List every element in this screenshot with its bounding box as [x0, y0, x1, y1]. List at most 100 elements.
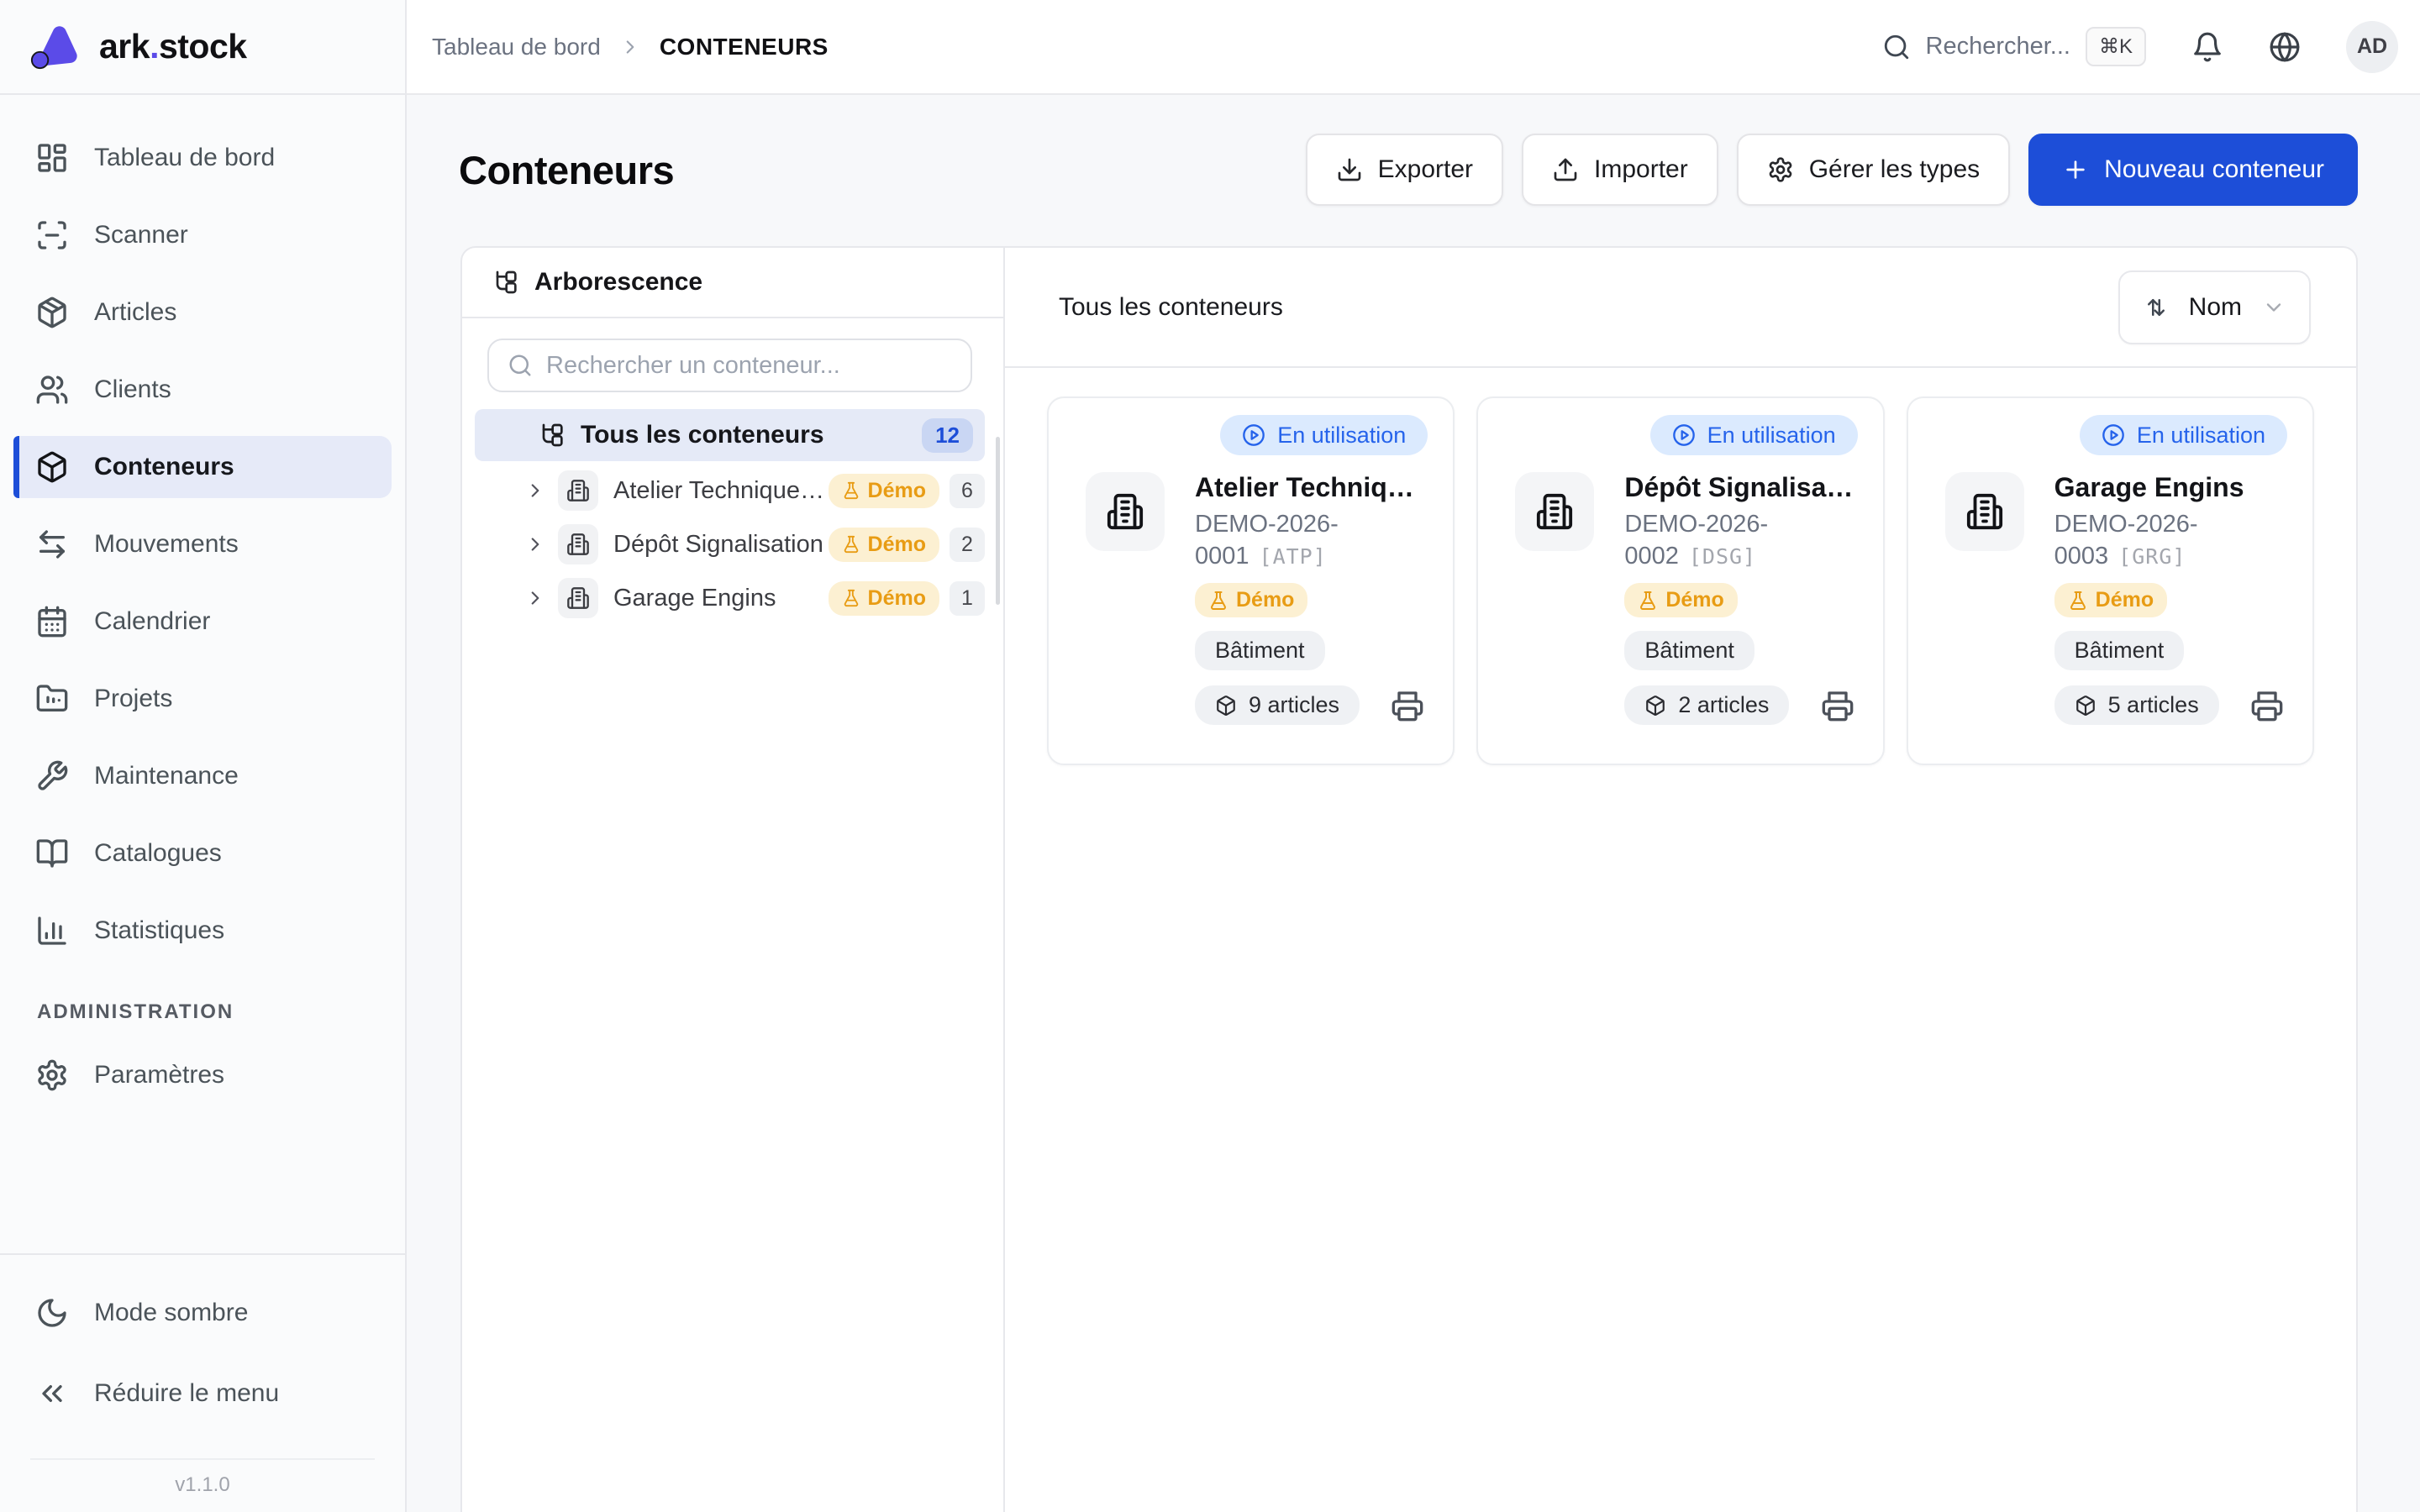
container-name: Dépôt Signalisation: [1624, 472, 1857, 503]
sidebar-item-label: Maintenance: [94, 762, 239, 790]
sidebar-item-clients[interactable]: Clients: [13, 359, 392, 421]
footer-item-label: Mode sombre: [94, 1299, 248, 1327]
sidebar-item-statistiques[interactable]: Statistiques: [13, 900, 392, 962]
sidebar-item-conteneurs[interactable]: Conteneurs: [13, 436, 392, 498]
flask-icon: [842, 481, 860, 500]
container-code: DEMO-2026- 0002[DSG]: [1624, 508, 1857, 573]
container-code: DEMO-2026- 0003[GRG]: [2054, 508, 2287, 573]
building-icon: [558, 524, 598, 564]
flask-icon: [842, 535, 860, 554]
sidebar-item-scanner[interactable]: Scanner: [13, 204, 392, 266]
expand-chevron-icon[interactable]: [524, 587, 546, 609]
status-badge: En utilisation: [1220, 415, 1428, 455]
dashboard-icon: [35, 141, 69, 175]
scan-icon: [35, 218, 69, 252]
calendar-icon: [35, 605, 69, 638]
card-badges: Démo Bâtiment: [1195, 573, 1428, 670]
print-button[interactable]: [1821, 689, 1854, 722]
articles-count-badge: 9 articles: [1195, 685, 1360, 725]
container-card[interactable]: En utilisation Atelier Technique Pistes …: [1047, 396, 1455, 765]
demo-badge: Démo: [829, 528, 939, 562]
container-tag: [ATP]: [1260, 544, 1327, 569]
sidebar-item-label: Conteneurs: [94, 453, 234, 481]
topbar-actions: Rechercher... ⌘K AD: [1882, 21, 2399, 73]
sidebar-item-calendrier[interactable]: Calendrier: [13, 591, 392, 653]
flask-icon: [1638, 591, 1658, 611]
demo-badge: Démo: [829, 581, 939, 616]
sidebar-section-administration: ADMINISTRATION: [37, 1000, 392, 1024]
demo-badge: Démo: [1624, 583, 1737, 617]
sidebar-item-maintenance[interactable]: Maintenance: [13, 745, 392, 807]
tree-icon: [491, 269, 518, 296]
sidebar-item-mouvements[interactable]: Mouvements: [13, 513, 392, 575]
tree-node-count-badge: 1: [950, 581, 985, 616]
container-name: Atelier Technique Pistes: [1195, 472, 1428, 503]
flask-icon: [1208, 591, 1228, 611]
demo-badge: Démo: [1195, 583, 1307, 617]
sidebar-item-catalogues[interactable]: Catalogues: [13, 822, 392, 885]
ark-logo-icon: [29, 21, 81, 73]
tree-title: Arborescence: [534, 268, 702, 297]
new-container-button[interactable]: Nouveau conteneur: [2028, 134, 2358, 206]
expand-chevron-icon[interactable]: [524, 533, 546, 555]
chevron-right-icon: [619, 36, 641, 58]
building-icon: [1515, 472, 1594, 551]
export-button[interactable]: Exporter: [1306, 134, 1503, 206]
global-search[interactable]: Rechercher... ⌘K: [1882, 27, 2147, 66]
card-badges: Démo Bâtiment: [1624, 573, 1857, 670]
list-title: Tous les conteneurs: [1059, 293, 1283, 322]
type-badge: Bâtiment: [1195, 631, 1325, 670]
sidebar-item-parametres[interactable]: Paramètres: [13, 1044, 392, 1106]
tree-sidebar: Arborescence Tous les conteneurs 12 Atel…: [462, 248, 1005, 1512]
manage-types-button[interactable]: Gérer les types: [1737, 134, 2010, 206]
print-button[interactable]: [1391, 689, 1424, 722]
sidebar-item-articles[interactable]: Articles: [13, 281, 392, 344]
print-button[interactable]: [2250, 689, 2284, 722]
tree-node[interactable]: Garage Engins Démo 1: [477, 572, 985, 624]
bar-chart-icon: [35, 914, 69, 948]
articles-count-badge: 5 articles: [2054, 685, 2219, 725]
language-globe-icon[interactable]: [2269, 31, 2301, 63]
play-circle-icon: [1242, 423, 1265, 447]
container-card[interactable]: En utilisation Garage Engins DEMO-2026- …: [1907, 396, 2314, 765]
sort-dropdown[interactable]: Nom: [2118, 270, 2311, 344]
sidebar-nav: Tableau de bord Scanner Articles Clients…: [0, 95, 405, 1106]
search-label: Rechercher...: [1926, 33, 2070, 60]
sidebar-item-label: Projets: [94, 685, 172, 713]
moon-icon: [35, 1296, 69, 1330]
sort-arrows-icon: [2144, 295, 2169, 320]
collapse-menu-button[interactable]: Réduire le menu: [13, 1362, 392, 1425]
tree-search-input[interactable]: [546, 352, 952, 380]
app-version: v1.1.0: [13, 1460, 392, 1512]
play-circle-icon: [1672, 423, 1696, 447]
tree-root-all-containers[interactable]: Tous les conteneurs 12: [475, 409, 985, 461]
sidebar-item-projets[interactable]: Projets: [13, 668, 392, 730]
package-icon: [2075, 695, 2096, 717]
sort-label: Nom: [2189, 293, 2242, 322]
dark-mode-toggle[interactable]: Mode sombre: [13, 1282, 392, 1344]
breadcrumb-parent[interactable]: Tableau de bord: [432, 34, 601, 60]
demo-badge: Démo: [829, 474, 939, 508]
import-button[interactable]: Importer: [1522, 134, 1718, 206]
folder-icon: [35, 682, 69, 716]
tree-scrollbar[interactable]: [996, 437, 1000, 605]
tree-node[interactable]: Dépôt Signalisation Démo 2: [477, 518, 985, 570]
plus-icon: [2062, 156, 2089, 183]
tree-search-box: [487, 339, 972, 392]
brand-logo[interactable]: ark.stock: [0, 0, 405, 95]
brand-name: ark.stock: [99, 27, 247, 66]
breadcrumb-current: CONTENEURS: [660, 34, 829, 60]
tree-node-label: Atelier Technique Pistes: [613, 477, 829, 505]
user-avatar[interactable]: AD: [2346, 21, 2398, 73]
expand-chevron-icon[interactable]: [524, 480, 546, 501]
box-icon: [35, 450, 69, 484]
footer-item-label: Réduire le menu: [94, 1379, 279, 1408]
notifications-bell-icon[interactable]: [2191, 31, 2223, 63]
sidebar-item-label: Tableau de bord: [94, 144, 275, 172]
sidebar-item-label: Statistiques: [94, 916, 224, 945]
card-badges: Démo Bâtiment: [2054, 573, 2287, 670]
arrows-left-right-icon: [35, 528, 69, 561]
tree-node[interactable]: Atelier Technique Pistes Démo 6: [477, 465, 985, 517]
container-card[interactable]: En utilisation Dépôt Signalisation DEMO-…: [1476, 396, 1884, 765]
sidebar-item-tableau-de-bord[interactable]: Tableau de bord: [13, 127, 392, 189]
